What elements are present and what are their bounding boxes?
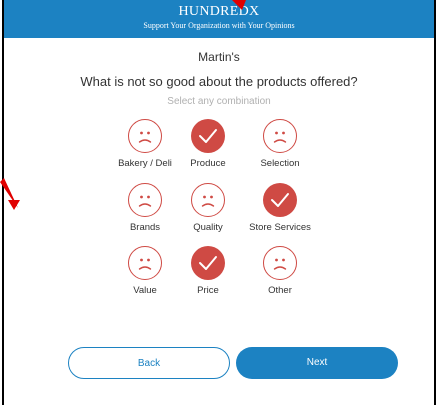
- next-button[interactable]: Next: [236, 347, 398, 379]
- sad-face-icon[interactable]: [263, 119, 297, 153]
- sad-face-icon[interactable]: [128, 246, 162, 280]
- option-selection[interactable]: Selection: [235, 119, 325, 169]
- checkmark-icon[interactable]: [191, 246, 225, 280]
- sad-face-icon[interactable]: [191, 183, 225, 217]
- checkmark-icon[interactable]: [263, 183, 297, 217]
- option-store-services[interactable]: Store Services: [235, 183, 325, 233]
- option-grid: Bakery / Deli Produce Selection Brands Quali…: [4, 0, 434, 405]
- sad-face-icon[interactable]: [263, 246, 297, 280]
- checkmark-icon[interactable]: [191, 119, 225, 153]
- option-label: Selection: [260, 158, 300, 169]
- option-label: Other: [268, 285, 292, 296]
- annotation-arrow-left-icon: [0, 178, 20, 210]
- back-button[interactable]: Back: [68, 347, 230, 379]
- option-other[interactable]: Other: [235, 246, 325, 296]
- sad-face-icon[interactable]: [128, 119, 162, 153]
- sad-face-icon[interactable]: [128, 183, 162, 217]
- annotation-arrow-top-icon: [232, 0, 246, 10]
- option-label: Store Services: [249, 222, 311, 233]
- survey-frame: HUNDREDX Support Your Organization with …: [2, 0, 436, 405]
